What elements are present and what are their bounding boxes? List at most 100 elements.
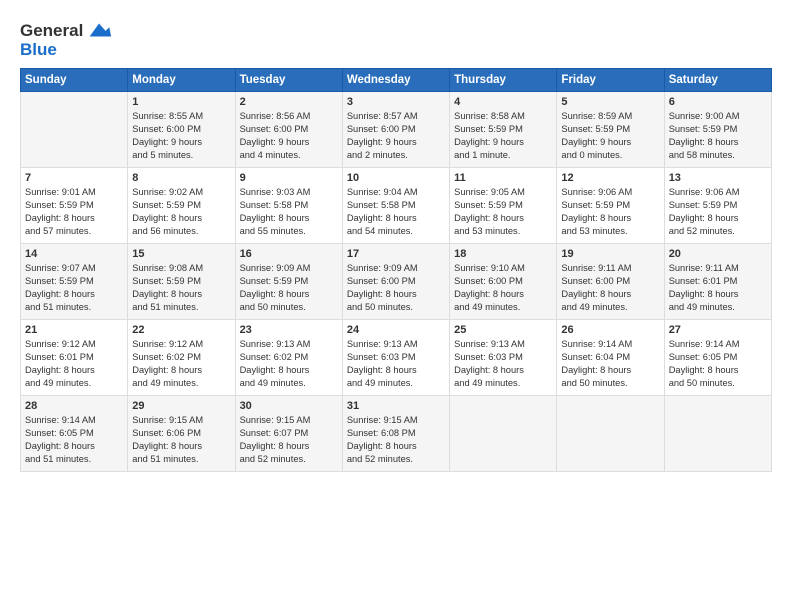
day-number: 14 bbox=[25, 248, 123, 260]
calendar-cell: 23 Sunrise: 9:13 AMSunset: 6:02 PMDayligh… bbox=[235, 320, 342, 396]
logo: General Blue bbox=[20, 18, 113, 60]
calendar-cell: 12 Sunrise: 9:06 AMSunset: 5:59 PMDayligh… bbox=[557, 168, 664, 244]
calendar-header-row: SundayMondayTuesdayWednesdayThursdayFrid… bbox=[21, 69, 772, 92]
day-number: 10 bbox=[347, 172, 445, 184]
week-row-5: 28 Sunrise: 9:14 AMSunset: 6:05 PMDayligh… bbox=[21, 396, 772, 472]
calendar-cell: 31Sunrise: 9:15 AMSunset: 6:08 PMDayligh… bbox=[342, 396, 449, 472]
cell-info: Sunrise: 9:11 AMSunset: 6:01 PMDaylight:… bbox=[669, 262, 767, 314]
day-number: 25 bbox=[454, 324, 552, 336]
day-number: 8 bbox=[132, 172, 230, 184]
calendar-cell: 10 Sunrise: 9:04 AMSunset: 5:58 PMDayligh… bbox=[342, 168, 449, 244]
day-number: 30 bbox=[240, 400, 338, 412]
calendar-cell: 19Sunrise: 9:11 AMSunset: 6:00 PMDayligh… bbox=[557, 244, 664, 320]
cell-info: Sunrise: 9:15 AMSunset: 6:07 PMDaylight:… bbox=[240, 414, 338, 466]
calendar-cell: 24 Sunrise: 9:13 AMSunset: 6:03 PMDayligh… bbox=[342, 320, 449, 396]
day-number: 12 bbox=[561, 172, 659, 184]
logo-general-text: General bbox=[20, 21, 83, 41]
day-number: 9 bbox=[240, 172, 338, 184]
cell-info: Sunrise: 9:14 AMSunset: 6:05 PMDaylight:… bbox=[25, 414, 123, 466]
calendar-cell: 1Sunrise: 8:55 AMSunset: 6:00 PMDaylight… bbox=[128, 92, 235, 168]
calendar-cell: 28 Sunrise: 9:14 AMSunset: 6:05 PMDayligh… bbox=[21, 396, 128, 472]
day-number: 26 bbox=[561, 324, 659, 336]
cell-info: Sunrise: 8:57 AMSunset: 6:00 PMDaylight:… bbox=[347, 110, 445, 162]
header-monday: Monday bbox=[128, 69, 235, 92]
cell-info: Sunrise: 9:13 AMSunset: 6:02 PMDaylight:… bbox=[240, 338, 338, 390]
day-number: 13 bbox=[669, 172, 767, 184]
week-row-3: 14 Sunrise: 9:07 AMSunset: 5:59 PMDayligh… bbox=[21, 244, 772, 320]
header-saturday: Saturday bbox=[664, 69, 771, 92]
calendar-cell: 6 Sunrise: 9:00 AMSunset: 5:59 PMDaylight… bbox=[664, 92, 771, 168]
cell-info: Sunrise: 9:01 AMSunset: 5:59 PMDaylight:… bbox=[25, 186, 123, 238]
cell-info: Sunrise: 9:08 AMSunset: 5:59 PMDaylight:… bbox=[132, 262, 230, 314]
cell-info: Sunrise: 9:12 AMSunset: 6:02 PMDaylight:… bbox=[132, 338, 230, 390]
calendar-cell: 14 Sunrise: 9:07 AMSunset: 5:59 PMDayligh… bbox=[21, 244, 128, 320]
day-number: 28 bbox=[25, 400, 123, 412]
header-sunday: Sunday bbox=[21, 69, 128, 92]
calendar-table: SundayMondayTuesdayWednesdayThursdayFrid… bbox=[20, 68, 772, 472]
week-row-2: 7 Sunrise: 9:01 AMSunset: 5:59 PMDaylight… bbox=[21, 168, 772, 244]
day-number: 6 bbox=[669, 96, 767, 108]
calendar-cell: 15Sunrise: 9:08 AMSunset: 5:59 PMDayligh… bbox=[128, 244, 235, 320]
calendar-cell: 25Sunrise: 9:13 AMSunset: 6:03 PMDayligh… bbox=[450, 320, 557, 396]
calendar-cell: 4Sunrise: 8:58 AMSunset: 5:59 PMDaylight… bbox=[450, 92, 557, 168]
day-number: 24 bbox=[347, 324, 445, 336]
cell-info: Sunrise: 9:02 AMSunset: 5:59 PMDaylight:… bbox=[132, 186, 230, 238]
cell-info: Sunrise: 9:07 AMSunset: 5:59 PMDaylight:… bbox=[25, 262, 123, 314]
day-number: 29 bbox=[132, 400, 230, 412]
cell-info: Sunrise: 9:14 AMSunset: 6:04 PMDaylight:… bbox=[561, 338, 659, 390]
day-number: 23 bbox=[240, 324, 338, 336]
calendar-cell: 20 Sunrise: 9:11 AMSunset: 6:01 PMDayligh… bbox=[664, 244, 771, 320]
cell-info: Sunrise: 9:15 AMSunset: 6:08 PMDaylight:… bbox=[347, 414, 445, 466]
cell-info: Sunrise: 9:04 AMSunset: 5:58 PMDaylight:… bbox=[347, 186, 445, 238]
calendar-cell: 7 Sunrise: 9:01 AMSunset: 5:59 PMDaylight… bbox=[21, 168, 128, 244]
cell-info: Sunrise: 9:06 AMSunset: 5:59 PMDaylight:… bbox=[669, 186, 767, 238]
week-row-4: 21 Sunrise: 9:12 AMSunset: 6:01 PMDayligh… bbox=[21, 320, 772, 396]
day-number: 5 bbox=[561, 96, 659, 108]
calendar-cell: 11 Sunrise: 9:05 AMSunset: 5:59 PMDayligh… bbox=[450, 168, 557, 244]
logo-icon bbox=[85, 16, 113, 44]
calendar-cell: 16 Sunrise: 9:09 AMSunset: 5:59 PMDayligh… bbox=[235, 244, 342, 320]
cell-info: Sunrise: 9:14 AMSunset: 6:05 PMDaylight:… bbox=[669, 338, 767, 390]
day-number: 7 bbox=[25, 172, 123, 184]
day-number: 21 bbox=[25, 324, 123, 336]
calendar-cell: 9 Sunrise: 9:03 AMSunset: 5:58 PMDaylight… bbox=[235, 168, 342, 244]
calendar-cell: 5Sunrise: 8:59 AMSunset: 5:59 PMDaylight… bbox=[557, 92, 664, 168]
cell-info: Sunrise: 9:10 AMSunset: 6:00 PMDaylight:… bbox=[454, 262, 552, 314]
calendar-cell: 3 Sunrise: 8:57 AMSunset: 6:00 PMDaylight… bbox=[342, 92, 449, 168]
cell-info: Sunrise: 9:09 AMSunset: 5:59 PMDaylight:… bbox=[240, 262, 338, 314]
header-thursday: Thursday bbox=[450, 69, 557, 92]
calendar-cell: 22 Sunrise: 9:12 AMSunset: 6:02 PMDayligh… bbox=[128, 320, 235, 396]
page: General Blue SundayMondayTuesdayWednesda… bbox=[0, 0, 792, 612]
header-friday: Friday bbox=[557, 69, 664, 92]
calendar-cell: 29 Sunrise: 9:15 AMSunset: 6:06 PMDayligh… bbox=[128, 396, 235, 472]
calendar-cell: 26 Sunrise: 9:14 AMSunset: 6:04 PMDayligh… bbox=[557, 320, 664, 396]
calendar-cell: 17Sunrise: 9:09 AMSunset: 6:00 PMDayligh… bbox=[342, 244, 449, 320]
cell-info: Sunrise: 9:00 AMSunset: 5:59 PMDaylight:… bbox=[669, 110, 767, 162]
day-number: 2 bbox=[240, 96, 338, 108]
day-number: 27 bbox=[669, 324, 767, 336]
calendar-cell bbox=[664, 396, 771, 472]
day-number: 4 bbox=[454, 96, 552, 108]
calendar-cell: 27 Sunrise: 9:14 AMSunset: 6:05 PMDayligh… bbox=[664, 320, 771, 396]
calendar-cell bbox=[21, 92, 128, 168]
day-number: 20 bbox=[669, 248, 767, 260]
calendar-cell bbox=[450, 396, 557, 472]
cell-info: Sunrise: 9:11 AMSunset: 6:00 PMDaylight:… bbox=[561, 262, 659, 314]
day-number: 16 bbox=[240, 248, 338, 260]
day-number: 11 bbox=[454, 172, 552, 184]
day-number: 18 bbox=[454, 248, 552, 260]
cell-info: Sunrise: 9:05 AMSunset: 5:59 PMDaylight:… bbox=[454, 186, 552, 238]
cell-info: Sunrise: 9:13 AMSunset: 6:03 PMDaylight:… bbox=[347, 338, 445, 390]
cell-info: Sunrise: 9:03 AMSunset: 5:58 PMDaylight:… bbox=[240, 186, 338, 238]
day-number: 1 bbox=[132, 96, 230, 108]
cell-info: Sunrise: 9:06 AMSunset: 5:59 PMDaylight:… bbox=[561, 186, 659, 238]
day-number: 22 bbox=[132, 324, 230, 336]
header-wednesday: Wednesday bbox=[342, 69, 449, 92]
cell-info: Sunrise: 9:15 AMSunset: 6:06 PMDaylight:… bbox=[132, 414, 230, 466]
calendar-cell bbox=[557, 396, 664, 472]
cell-info: Sunrise: 8:56 AMSunset: 6:00 PMDaylight:… bbox=[240, 110, 338, 162]
day-number: 3 bbox=[347, 96, 445, 108]
day-number: 17 bbox=[347, 248, 445, 260]
cell-info: Sunrise: 9:12 AMSunset: 6:01 PMDaylight:… bbox=[25, 338, 123, 390]
calendar-cell: 30 Sunrise: 9:15 AMSunset: 6:07 PMDayligh… bbox=[235, 396, 342, 472]
